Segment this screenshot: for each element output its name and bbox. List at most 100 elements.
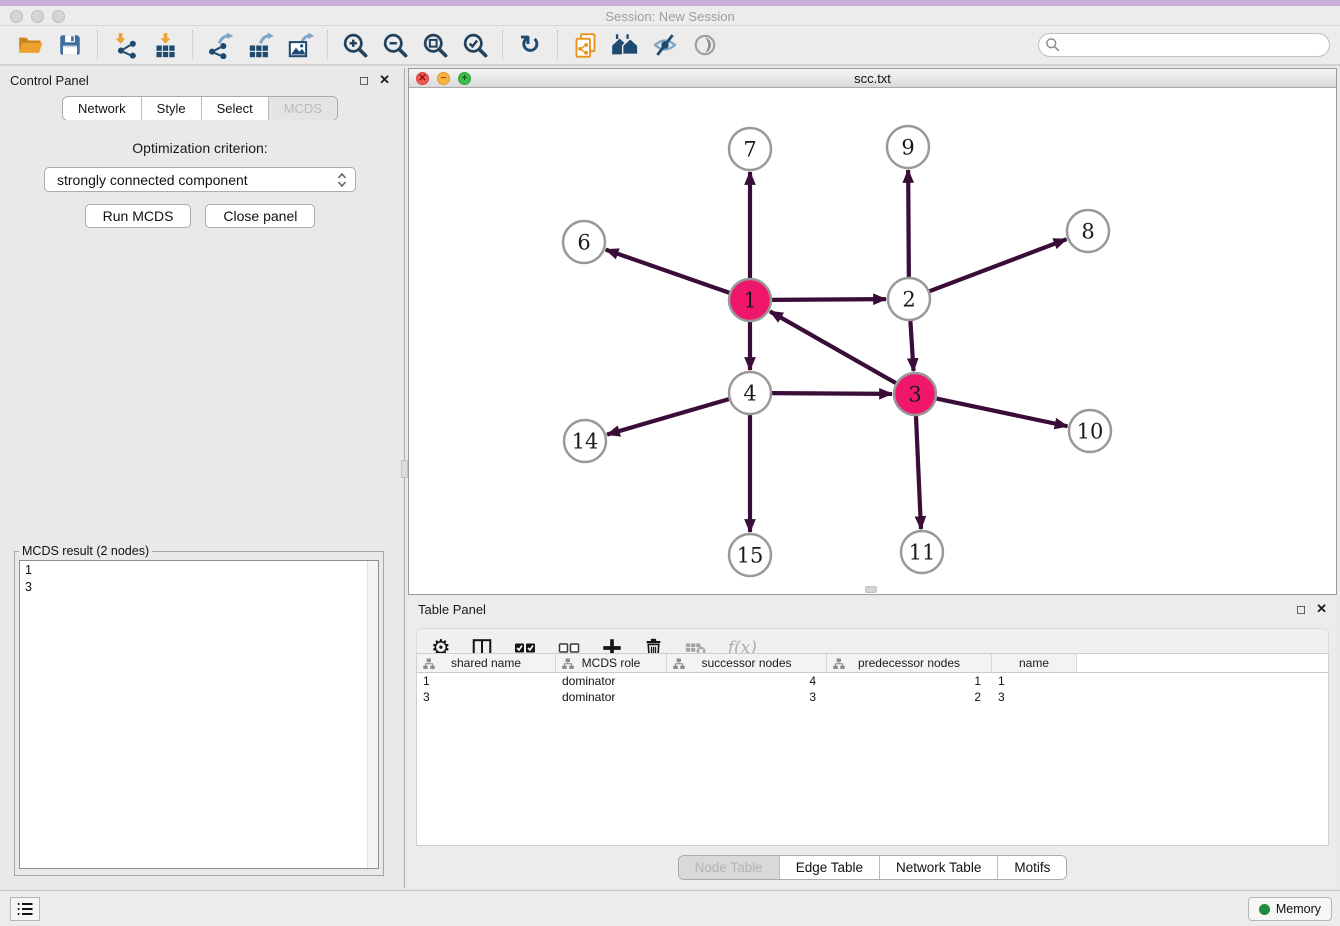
show-all-networks-button[interactable]: [605, 28, 645, 62]
graph-edge-2-8[interactable]: [930, 239, 1067, 291]
task-history-button[interactable]: [10, 897, 40, 921]
graph-edge-2-9[interactable]: [908, 170, 909, 277]
export-image-button[interactable]: [280, 28, 320, 62]
table-cell[interactable]: dominator: [556, 673, 667, 689]
export-network-button[interactable]: [200, 28, 240, 62]
import-table-button[interactable]: [145, 28, 185, 62]
memory-label: Memory: [1276, 902, 1321, 916]
tab-edge-table[interactable]: Edge Table: [780, 856, 880, 879]
column-header-name[interactable]: name: [992, 654, 1077, 672]
svg-text:14: 14: [572, 430, 599, 454]
graph-node-11[interactable]: 11: [901, 531, 943, 573]
control-panel-title: Control Panel: [10, 73, 89, 88]
column-header-predecessor-nodes[interactable]: predecessor nodes: [827, 654, 992, 672]
tab-style[interactable]: Style: [142, 97, 202, 120]
zoom-fit-button[interactable]: [415, 28, 455, 62]
graph-node-1[interactable]: 1: [729, 279, 771, 321]
graph-edge-1-6[interactable]: [606, 250, 730, 293]
panel-splitter[interactable]: [400, 68, 408, 888]
list-icon: [17, 902, 33, 916]
table-cell[interactable]: 3: [417, 689, 556, 705]
clone-network-button[interactable]: [565, 28, 605, 62]
tab-select[interactable]: Select: [202, 97, 269, 120]
svg-text:6: 6: [577, 231, 590, 255]
svg-text:10: 10: [1077, 420, 1104, 444]
graph-edge-3-11[interactable]: [916, 416, 921, 529]
table-cell[interactable]: 4: [667, 673, 827, 689]
graph-node-15[interactable]: 15: [729, 534, 771, 576]
graph-edge-4-14[interactable]: [607, 399, 729, 434]
table-row[interactable]: 1dominator411: [417, 673, 1328, 689]
close-panel-button[interactable]: Close panel: [205, 204, 315, 228]
network-canvas[interactable]: 7 9 6 8 1 2 4 3 14 10 15 11: [409, 89, 1336, 594]
table-body: 1dominator4113dominator323: [417, 673, 1328, 705]
graph-node-14[interactable]: 14: [564, 420, 606, 462]
column-header-shared-name[interactable]: shared name: [417, 654, 556, 672]
table-cell[interactable]: 2: [827, 689, 992, 705]
graph-node-4[interactable]: 4: [729, 372, 771, 414]
toolbar-separator: [557, 30, 558, 60]
result-scrollbar[interactable]: [367, 561, 378, 868]
table-cell[interactable]: dominator: [556, 689, 667, 705]
splitter-grip[interactable]: [401, 460, 408, 478]
tab-node-table[interactable]: Node Table: [679, 856, 780, 879]
zoom-selected-button[interactable]: [455, 28, 495, 62]
graph-node-3[interactable]: 3: [894, 373, 936, 415]
svg-text:11: 11: [909, 541, 936, 565]
search-icon: [1045, 37, 1060, 52]
app-titlebar: Session: New Session: [0, 0, 1340, 26]
tab-motifs[interactable]: Motifs: [998, 856, 1066, 879]
graph-edge-4-3[interactable]: [772, 393, 892, 394]
memory-button[interactable]: Memory: [1248, 897, 1332, 921]
search-input[interactable]: [1038, 33, 1330, 57]
svg-text:8: 8: [1081, 220, 1094, 244]
graph-edge-2-3[interactable]: [910, 321, 913, 371]
network-window-titlebar[interactable]: ✕ − + scc.txt: [409, 69, 1336, 88]
canvas-scrollbar-thumb[interactable]: [865, 586, 877, 593]
table-panel-title: Table Panel: [418, 602, 486, 617]
float-panel-icon[interactable]: ◻: [359, 73, 369, 87]
graph-node-10[interactable]: 10: [1069, 410, 1111, 452]
graph-node-6[interactable]: 6: [563, 221, 605, 263]
table-cell[interactable]: 3: [992, 689, 1077, 705]
table-tabbar: Node Table Edge Table Network Table Moti…: [408, 855, 1337, 880]
column-header-MCDS-role[interactable]: MCDS role: [556, 654, 667, 672]
graph-node-7[interactable]: 7: [729, 128, 771, 170]
run-mcds-button[interactable]: Run MCDS: [85, 204, 192, 228]
tab-network[interactable]: Network: [63, 97, 142, 120]
tab-network-table[interactable]: Network Table: [880, 856, 998, 879]
close-panel-icon[interactable]: ✕: [379, 72, 390, 88]
table-cell[interactable]: 3: [667, 689, 827, 705]
memory-status-icon: [1259, 904, 1270, 915]
network-view-window: ✕ − + scc.txt 7 9 6 8 1 2 4 3 14 10 15 11: [408, 68, 1337, 595]
float-table-panel-icon[interactable]: ◻: [1296, 602, 1306, 616]
export-table-button[interactable]: [240, 28, 280, 62]
graph-edge-3-10[interactable]: [937, 399, 1068, 427]
chevron-updown-icon: [337, 172, 347, 188]
network-graph[interactable]: 7 9 6 8 1 2 4 3 14 10 15 11: [409, 89, 1336, 594]
graph-node-2[interactable]: 2: [888, 278, 930, 320]
import-network-button[interactable]: [105, 28, 145, 62]
optimization-criterion-select[interactable]: strongly connected component: [44, 167, 356, 192]
graph-edge-1-2[interactable]: [772, 299, 886, 300]
graph-edge-3-1[interactable]: [770, 311, 896, 383]
table-cell[interactable]: 1: [992, 673, 1077, 689]
main-toolbar: ↻: [0, 26, 1340, 66]
table-cell[interactable]: 1: [827, 673, 992, 689]
zoom-in-button[interactable]: [335, 28, 375, 62]
svg-text:3: 3: [908, 383, 921, 407]
tab-mcds[interactable]: MCDS: [269, 97, 337, 120]
close-table-panel-icon[interactable]: ✕: [1316, 601, 1327, 617]
table-row[interactable]: 3dominator323: [417, 689, 1328, 705]
table-cell[interactable]: 1: [417, 673, 556, 689]
save-session-button[interactable]: [50, 28, 90, 62]
graph-node-9[interactable]: 9: [887, 126, 929, 168]
zoom-out-button[interactable]: [375, 28, 415, 62]
svg-text:4: 4: [743, 382, 756, 406]
open-session-button[interactable]: [10, 28, 50, 62]
mcds-result-text[interactable]: 1 3: [19, 560, 379, 869]
graph-node-8[interactable]: 8: [1067, 210, 1109, 252]
hide-panels-button[interactable]: [645, 28, 685, 62]
column-header-successor-nodes[interactable]: successor nodes: [667, 654, 827, 672]
refresh-view-button[interactable]: ↻: [510, 28, 550, 62]
